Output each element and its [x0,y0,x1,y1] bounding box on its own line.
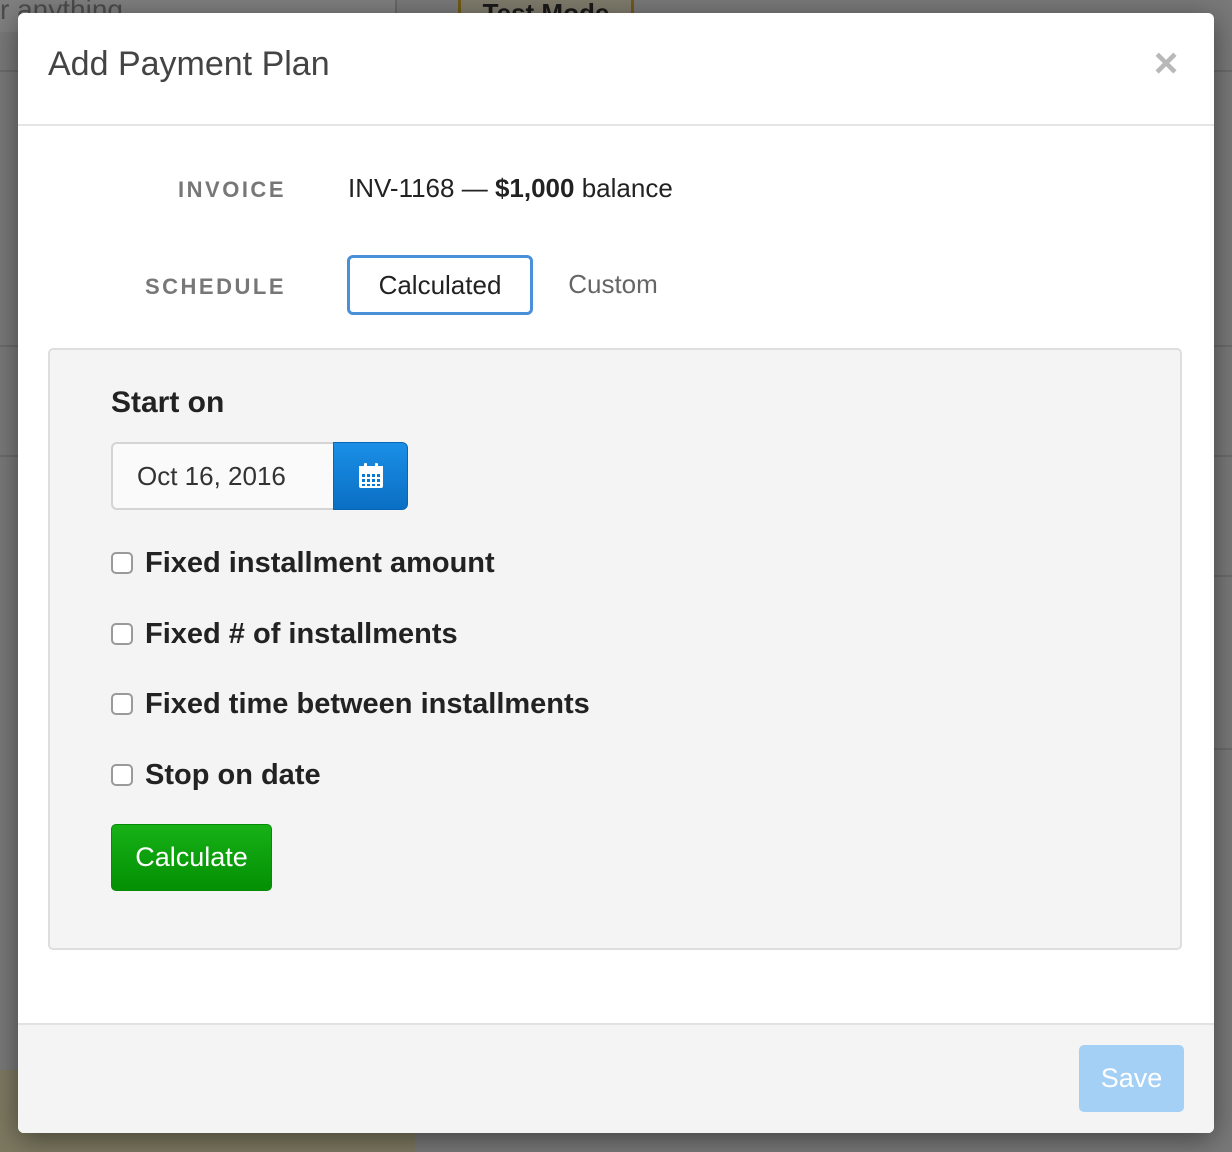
start-date-input[interactable] [111,442,335,510]
add-payment-plan-dialog: Add Payment Plan × INVOICE INV-1168 — $1… [18,13,1214,1133]
checkbox[interactable] [111,693,133,715]
option-fixed-installment-amount[interactable]: Fixed installment amount [111,546,495,580]
modal-title: Add Payment Plan [48,45,330,83]
modal-footer: Save [18,1023,1214,1133]
invoice-number: INV-1168 [348,173,455,203]
invoice-label: INVOICE [178,177,286,202]
checkbox[interactable] [111,623,133,645]
close-icon: × [1153,39,1179,86]
schedule-label: SCHEDULE [144,274,286,299]
calculated-schedule-panel: Start on Fixed installment [48,348,1182,950]
option-fixed-time-between-installments[interactable]: Fixed time between installments [111,687,590,721]
invoice-balance-amount: $1,000 [494,173,575,203]
close-button[interactable]: × [1148,42,1184,84]
tab-custom[interactable]: Custom [553,255,673,315]
option-label: Stop on date [145,758,321,791]
start-date-picker [111,442,408,510]
invoice-separator: — [461,173,488,203]
option-label: Fixed installment amount [145,546,495,579]
invoice-summary: INV-1168 — $1,000 balance [348,173,673,204]
option-stop-on-date[interactable]: Stop on date [111,758,321,792]
modal-header: Add Payment Plan × [18,13,1214,126]
option-label: Fixed time between installments [145,687,590,720]
calendar-button[interactable] [333,442,408,510]
option-label: Fixed # of installments [145,617,458,650]
option-fixed-number-of-installments[interactable]: Fixed # of installments [111,617,458,651]
calculate-button[interactable]: Calculate [111,824,272,891]
tab-calculated[interactable]: Calculated [347,255,533,315]
checkbox[interactable] [111,764,133,786]
invoice-balance-suffix: balance [581,173,673,203]
checkbox[interactable] [111,552,133,574]
start-on-label: Start on [111,386,225,419]
save-button[interactable]: Save [1079,1045,1184,1112]
calendar-icon [358,463,383,488]
